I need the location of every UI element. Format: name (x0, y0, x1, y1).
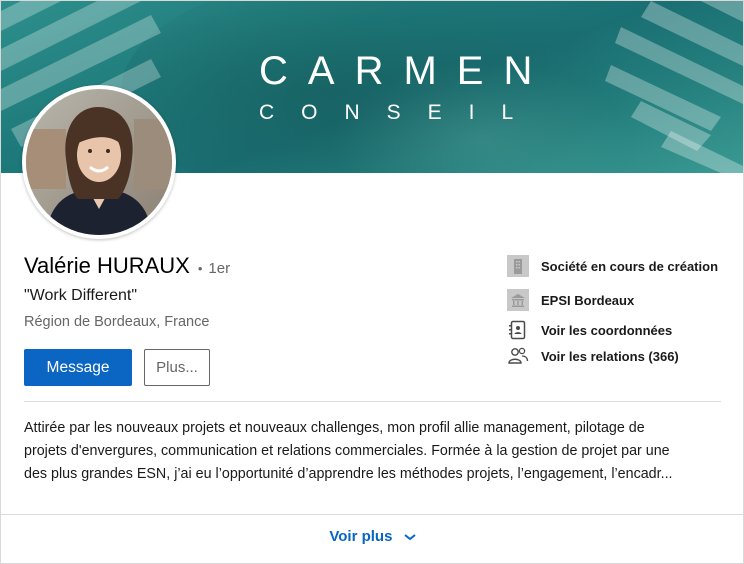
side-item-contact-info[interactable]: Voir les coordonnées (507, 319, 672, 341)
message-button[interactable]: Message (24, 349, 132, 386)
banner-stripes-right (605, 1, 743, 173)
footer-divider (1, 514, 743, 515)
more-button[interactable]: Plus... (144, 349, 210, 386)
school-icon (507, 289, 529, 311)
profile-avatar[interactable] (22, 85, 176, 239)
profile-location: Région de Bordeaux, France (24, 314, 210, 330)
side-item-contact-info-label: Voir les coordonnées (541, 322, 673, 338)
building-icon (507, 255, 529, 277)
banner-brand-line-1: CARMEN (259, 49, 553, 93)
degree-dot: • (197, 261, 203, 276)
profile-name-row: Valérie HURAUX • 1er (24, 253, 230, 279)
profile-card: CARMEN CONSEIL Valérie HURAUX • 1er "Wor… (0, 0, 744, 564)
section-divider (24, 401, 721, 402)
contact-card-icon (507, 319, 529, 341)
chevron-down-icon (403, 529, 417, 546)
profile-summary: Attirée par les nouveaux projets et nouv… (24, 417, 724, 486)
connection-degree: • 1er (198, 260, 230, 277)
profile-name: Valérie HURAUX (24, 253, 190, 278)
side-item-connections-label: Voir les relations (366) (541, 348, 679, 364)
avatar-photo (26, 89, 172, 235)
summary-line: des plus grandes ESN, j’ai eu l’opportun… (24, 466, 673, 482)
people-icon (507, 345, 529, 367)
side-item-school[interactable]: EPSI Bordeaux (507, 289, 634, 311)
side-item-company-label: Société en cours de création (541, 258, 719, 274)
banner-brand-line-2: CONSEIL (259, 101, 541, 124)
profile-headline: "Work Different" (24, 287, 138, 304)
banner-brand: CARMEN CONSEIL (259, 49, 539, 125)
see-more-link[interactable]: Voir plus (1, 528, 743, 546)
see-more-label: Voir plus (329, 528, 393, 545)
summary-line: projets d'envergures, communication et r… (24, 443, 670, 459)
summary-line: Attirée par les nouveaux projets et nouv… (24, 420, 645, 436)
side-item-school-label: EPSI Bordeaux (541, 292, 635, 308)
side-item-company[interactable]: Société en cours de création (507, 255, 718, 277)
degree-label: 1er (208, 260, 231, 277)
side-item-connections[interactable]: Voir les relations (366) (507, 345, 679, 367)
